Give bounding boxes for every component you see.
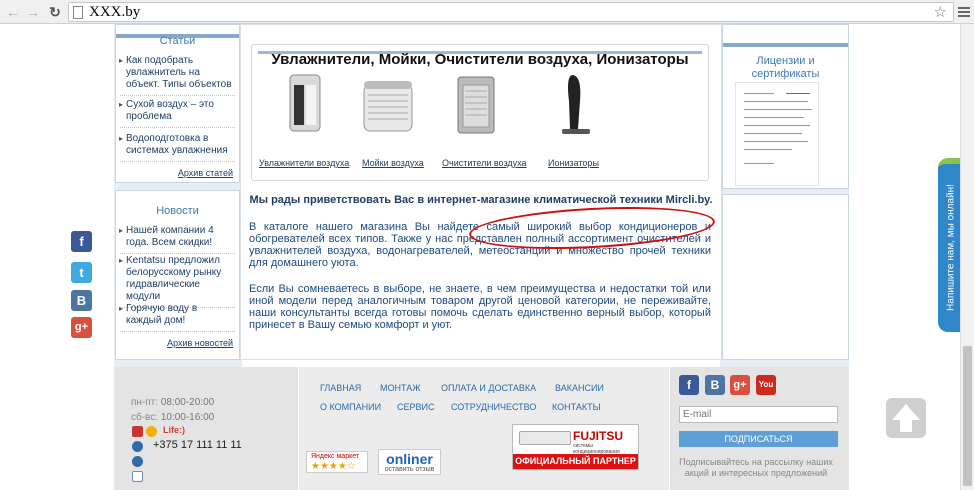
hours-value: 10:00-16:00 bbox=[160, 412, 215, 423]
air-washers-link[interactable]: Мойки воздуха bbox=[362, 158, 424, 168]
skype-icon[interactable] bbox=[132, 456, 143, 467]
scrollbar-thumb[interactable] bbox=[963, 346, 972, 486]
fujitsu-partner-label: ОФИЦИАЛЬНЫЙ ПАРТНЕР bbox=[513, 454, 638, 469]
subscribe-button[interactable]: ПОДПИСАТЬСЯ bbox=[679, 431, 838, 447]
menu-service[interactable]: СЕРВИС bbox=[397, 402, 434, 412]
url-text: XXX.by bbox=[89, 4, 141, 20]
articles-archive-link[interactable]: Архив статей bbox=[178, 168, 233, 178]
certificates-title: Лицензии и сертификаты bbox=[751, 55, 820, 80]
hours-label: пн-пт: bbox=[131, 397, 159, 408]
article-link[interactable]: Как подобрать увлажнитель на объект. Тип… bbox=[119, 55, 235, 96]
products-block: Увлажнители, Мойки, Очистители воздуха, … bbox=[251, 44, 709, 181]
news-link[interactable]: Kentatsu предложил белорусскому рынку ги… bbox=[119, 255, 235, 308]
google-plus-icon[interactable]: g+ bbox=[71, 317, 92, 338]
scroll-up-icon[interactable] bbox=[886, 398, 926, 438]
rating-stars: ★★★★☆ bbox=[311, 461, 356, 472]
news-archive-link[interactable]: Архив новостей bbox=[167, 338, 233, 348]
youtube-icon[interactable]: You bbox=[756, 375, 776, 395]
articles-panel: Статьи Как подобрать увлажнитель на объе… bbox=[115, 24, 240, 183]
fujitsu-partner-badge[interactable]: FUJITSU системы кондиционирования ОФИЦИА… bbox=[512, 424, 639, 470]
page-icon bbox=[73, 6, 83, 19]
mail-icon[interactable] bbox=[132, 471, 143, 482]
right-empty-panel bbox=[722, 194, 849, 360]
hours-value: 08:00-20:00 bbox=[160, 397, 215, 408]
email-input[interactable] bbox=[679, 406, 838, 423]
articles-title: Статьи bbox=[159, 35, 196, 47]
menu-contacts[interactable]: КОНТАКТЫ bbox=[552, 402, 601, 412]
hours-weekdays: пн-пт: 08:00-20:00 bbox=[131, 397, 214, 408]
humidifier-image[interactable] bbox=[282, 71, 330, 137]
star-icon[interactable]: ☆ bbox=[934, 3, 947, 22]
products-title: Увлажнители, Мойки, Очистители воздуха, … bbox=[271, 51, 689, 68]
menu-vacancies[interactable]: ВАКАНСИИ bbox=[555, 383, 604, 393]
menu-cooperation[interactable]: СОТРУДНИЧЕСТВО bbox=[451, 402, 536, 412]
article-link[interactable]: Водоподготовка в системах увлажнения bbox=[119, 133, 235, 162]
menu-installation[interactable]: МОНТАЖ bbox=[380, 383, 421, 393]
news-panel: Новости Нашей компании 4 года. Всем скид… bbox=[115, 190, 240, 360]
heart-icon bbox=[146, 426, 157, 437]
welcome-heading: Мы рады приветствовать Вас в интернет-ма… bbox=[249, 194, 713, 206]
air-purifier-image[interactable] bbox=[452, 71, 500, 137]
hours-label: сб-вс: bbox=[131, 412, 159, 423]
onliner-logo: onliner bbox=[386, 451, 433, 467]
phone-number[interactable]: +375 17 111 11 11 bbox=[153, 439, 242, 451]
vk-icon[interactable]: B bbox=[71, 290, 92, 311]
life-label: Life:) bbox=[163, 425, 185, 435]
news-link[interactable]: Нашей компании 4 года. Всем скидки! bbox=[119, 225, 235, 254]
online-chat-label: Напишите нам, мы онлайн! bbox=[945, 184, 957, 311]
phone-icon bbox=[132, 441, 143, 452]
back-icon[interactable]: ← bbox=[4, 3, 22, 21]
news-link[interactable]: Горячую воду в каждый дом! bbox=[119, 303, 235, 332]
menu-payment-delivery[interactable]: ОПЛАТА И ДОСТАВКА bbox=[441, 383, 536, 393]
ionizers-link[interactable]: Ионизаторы bbox=[548, 158, 599, 168]
facebook-icon[interactable]: f bbox=[71, 231, 92, 252]
hours-weekend: сб-вс: 10:00-16:00 bbox=[131, 412, 214, 423]
humidifiers-link[interactable]: Увлажнители воздуха bbox=[259, 158, 349, 168]
air-conditioner-image bbox=[519, 431, 571, 445]
help-paragraph: Если Вы сомневаетесь в выборе, не знаете… bbox=[249, 283, 711, 331]
ionizer-image[interactable] bbox=[552, 71, 600, 137]
address-bar[interactable]: XXX.by ☆ bbox=[68, 2, 954, 22]
fujitsu-logo: FUJITSU bbox=[573, 429, 624, 443]
subscribe-text: Подписывайтесь на рассылку наших акций и… bbox=[679, 457, 833, 478]
yandex-market-badge[interactable]: Яндекс маркет ★★★★☆ bbox=[306, 451, 368, 473]
browser-toolbar: ← → ↻ XXX.by ☆ bbox=[0, 0, 974, 24]
vk-icon[interactable]: B bbox=[705, 375, 725, 395]
air-washer-image[interactable] bbox=[360, 71, 416, 137]
news-title: Новости bbox=[156, 205, 199, 217]
forward-icon[interactable]: → bbox=[24, 3, 42, 21]
onliner-sub: оставить отзыв bbox=[384, 466, 435, 473]
google-plus-icon[interactable]: g+ bbox=[730, 375, 750, 395]
reload-icon[interactable]: ↻ bbox=[46, 3, 64, 21]
menu-about[interactable]: О КОМПАНИИ bbox=[320, 402, 381, 412]
yandex-label: Яндекс маркет bbox=[311, 453, 360, 460]
twitter-icon[interactable]: t bbox=[71, 262, 92, 283]
air-purifiers-link[interactable]: Очистители воздуха bbox=[442, 158, 527, 168]
article-link[interactable]: Сухой воздух – это проблема bbox=[119, 99, 235, 128]
menu-home[interactable]: ГЛАВНАЯ bbox=[320, 383, 361, 393]
scrollbar[interactable] bbox=[960, 24, 974, 490]
facebook-icon[interactable]: f bbox=[679, 375, 699, 395]
onliner-badge[interactable]: onliner оставить отзыв bbox=[378, 449, 441, 475]
menu-icon[interactable] bbox=[958, 5, 970, 19]
certificate-image[interactable] bbox=[735, 82, 819, 186]
phone-operator-icon bbox=[132, 426, 143, 437]
